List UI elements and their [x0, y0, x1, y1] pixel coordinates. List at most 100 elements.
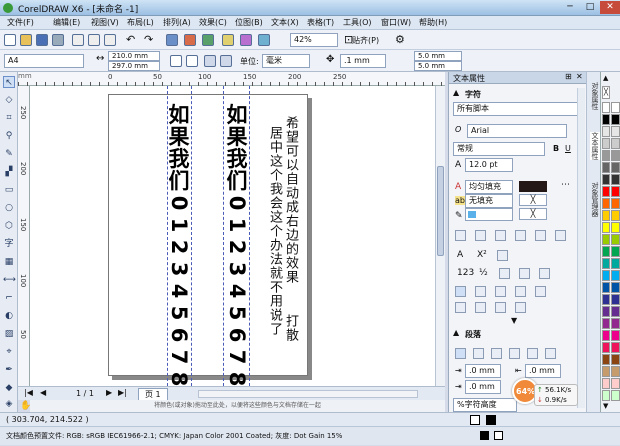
palette-swatch[interactable] [602, 258, 610, 269]
ellipse-tool-icon[interactable]: ○ [3, 202, 15, 214]
glyph-d-icon[interactable] [515, 230, 526, 241]
palette-swatch[interactable] [611, 330, 620, 341]
palette-swatch[interactable] [602, 102, 610, 113]
export-icon[interactable] [202, 34, 214, 46]
zoom-level-field[interactable]: 42% [290, 33, 338, 47]
align-center-icon[interactable] [491, 348, 502, 359]
outline-swatch-icon[interactable] [486, 415, 496, 425]
eyedropper-tool-icon[interactable]: ⌖ [3, 346, 15, 358]
palette-swatch[interactable] [602, 342, 610, 353]
vertical-text-block-2[interactable]: 如果我们0123456789 [225, 104, 249, 412]
palette-swatch[interactable] [602, 270, 610, 281]
menu-bitmaps[interactable]: 位图(B) [232, 17, 266, 28]
search-content-icon[interactable] [166, 34, 178, 46]
palette-swatch[interactable] [602, 174, 610, 185]
palette-scroll-up-icon[interactable]: ▲ [603, 74, 608, 82]
minimize-button[interactable]: ─ [560, 1, 580, 14]
interactive-fill-icon[interactable]: ◈ [3, 398, 15, 410]
outline-width-select[interactable] [465, 208, 513, 221]
para-section-header[interactable]: 段落 [465, 329, 481, 340]
vertical-text-block-4[interactable]: 居中这个我会这个办法就不用说了 [266, 126, 282, 336]
freehand-tool-icon[interactable]: ✎ [3, 148, 15, 160]
outline-color-swatch[interactable]: ╳ [519, 208, 547, 220]
palette-swatch[interactable] [602, 162, 610, 173]
palette-swatch[interactable] [611, 162, 620, 173]
palette-swatch[interactable] [602, 198, 610, 209]
guideline[interactable] [223, 86, 224, 386]
document-palette-hint[interactable]: 将颜色(或对象)拖动至此处，以便将这些颜色与文档存储在一起 [30, 400, 445, 412]
vertical-text-block-1[interactable]: 如果我们0123456789 [167, 104, 191, 412]
text-tool-icon[interactable]: 字 [3, 238, 15, 250]
kerning-icon[interactable] [455, 302, 466, 313]
contextual-icon[interactable] [495, 286, 506, 297]
smart-fill-icon[interactable]: ▞ [3, 166, 15, 178]
table-tool-icon[interactable]: ▦ [3, 256, 15, 268]
palette-swatch[interactable] [602, 318, 610, 329]
collapse-char-icon[interactable]: ▲ [453, 88, 459, 97]
background-fill-select[interactable]: 无填充 [465, 194, 513, 208]
palette-swatch[interactable] [611, 126, 620, 137]
palette-swatch[interactable] [611, 186, 620, 197]
horizontal-ruler[interactable]: mm 0 50 100 150 200 250 [18, 72, 445, 86]
all-pages-icon[interactable] [204, 55, 216, 67]
import-icon[interactable] [184, 34, 196, 46]
polygon-tool-icon[interactable]: ⬡ [3, 220, 15, 232]
crop-tool-icon[interactable]: ⌗ [3, 112, 15, 124]
palette-swatch[interactable] [602, 222, 610, 233]
palette-swatch[interactable] [602, 210, 610, 221]
first-line-indent-field[interactable]: .0 mm [465, 364, 501, 378]
palette-swatch[interactable] [611, 210, 620, 221]
palette-swatch[interactable] [602, 138, 610, 149]
cut-icon[interactable] [72, 34, 84, 46]
duplicate-x-field[interactable]: 5.0 mm [414, 51, 462, 61]
corel-connect-icon[interactable] [258, 34, 270, 46]
swash-icon[interactable] [539, 268, 550, 279]
palette-swatch[interactable] [602, 150, 610, 161]
docker-scrollbar[interactable] [577, 88, 585, 408]
paste-icon[interactable] [104, 34, 116, 46]
palette-swatch[interactable] [611, 318, 620, 329]
no-fill-swatch[interactable]: ╳ [602, 86, 610, 99]
rotate-char-icon[interactable] [515, 302, 526, 313]
save-icon[interactable] [36, 34, 48, 46]
redo-icon[interactable]: ↷ [144, 33, 153, 46]
shape-tool-icon[interactable]: ◇ [3, 94, 15, 106]
titling-icon[interactable] [475, 286, 486, 297]
glyph-e-icon[interactable] [535, 230, 546, 241]
vertical-text-block-3[interactable]: 希望可以自动成右边的效果 [282, 116, 298, 284]
last-page-button[interactable]: ▶| [118, 388, 127, 397]
align-right-icon[interactable] [509, 348, 520, 359]
palette-swatch[interactable] [611, 342, 620, 353]
copy-icon[interactable] [88, 34, 100, 46]
font-list-select[interactable]: Arial [467, 124, 567, 138]
rectangle-tool-icon[interactable]: ▭ [3, 184, 15, 196]
line-spacing-unit-select[interactable]: %字符高度 [453, 398, 517, 412]
portrait-icon[interactable] [170, 55, 182, 67]
no-color-swatch[interactable]: ╳ [519, 194, 547, 206]
palette-swatch[interactable] [611, 102, 620, 113]
snap-to-button[interactable]: 贴齐(P) [352, 35, 379, 46]
palette-swatch[interactable] [611, 174, 620, 185]
left-indent-field[interactable]: .0 mm [525, 364, 561, 378]
transparency-tool-icon[interactable]: ▨ [3, 328, 15, 340]
palette-swatch[interactable] [611, 198, 620, 209]
stylistic-icon[interactable] [455, 286, 466, 297]
outline-pen-icon[interactable]: ✒ [3, 364, 15, 376]
palette-swatch[interactable] [611, 258, 620, 269]
paper-size-select[interactable]: A4 [4, 54, 84, 68]
guideline[interactable] [191, 86, 192, 386]
menu-effects[interactable]: 效果(C) [196, 17, 230, 28]
palette-swatch[interactable] [602, 366, 610, 377]
expand-more-icon[interactable]: ▼ [511, 316, 517, 325]
welcome-screen-icon[interactable] [240, 34, 252, 46]
first-page-button[interactable]: |◀ [24, 388, 33, 397]
vertical-scrollbar[interactable] [435, 86, 445, 386]
baseline-icon[interactable] [495, 302, 506, 313]
underline-style-icon[interactable] [497, 250, 508, 261]
palette-swatch[interactable] [602, 354, 610, 365]
underline-icon[interactable]: U [565, 144, 571, 153]
palette-swatch[interactable] [611, 222, 620, 233]
palette-swatch[interactable] [611, 234, 620, 245]
align-none-icon[interactable] [455, 348, 466, 359]
char-section-header[interactable]: 字符 [465, 89, 481, 100]
